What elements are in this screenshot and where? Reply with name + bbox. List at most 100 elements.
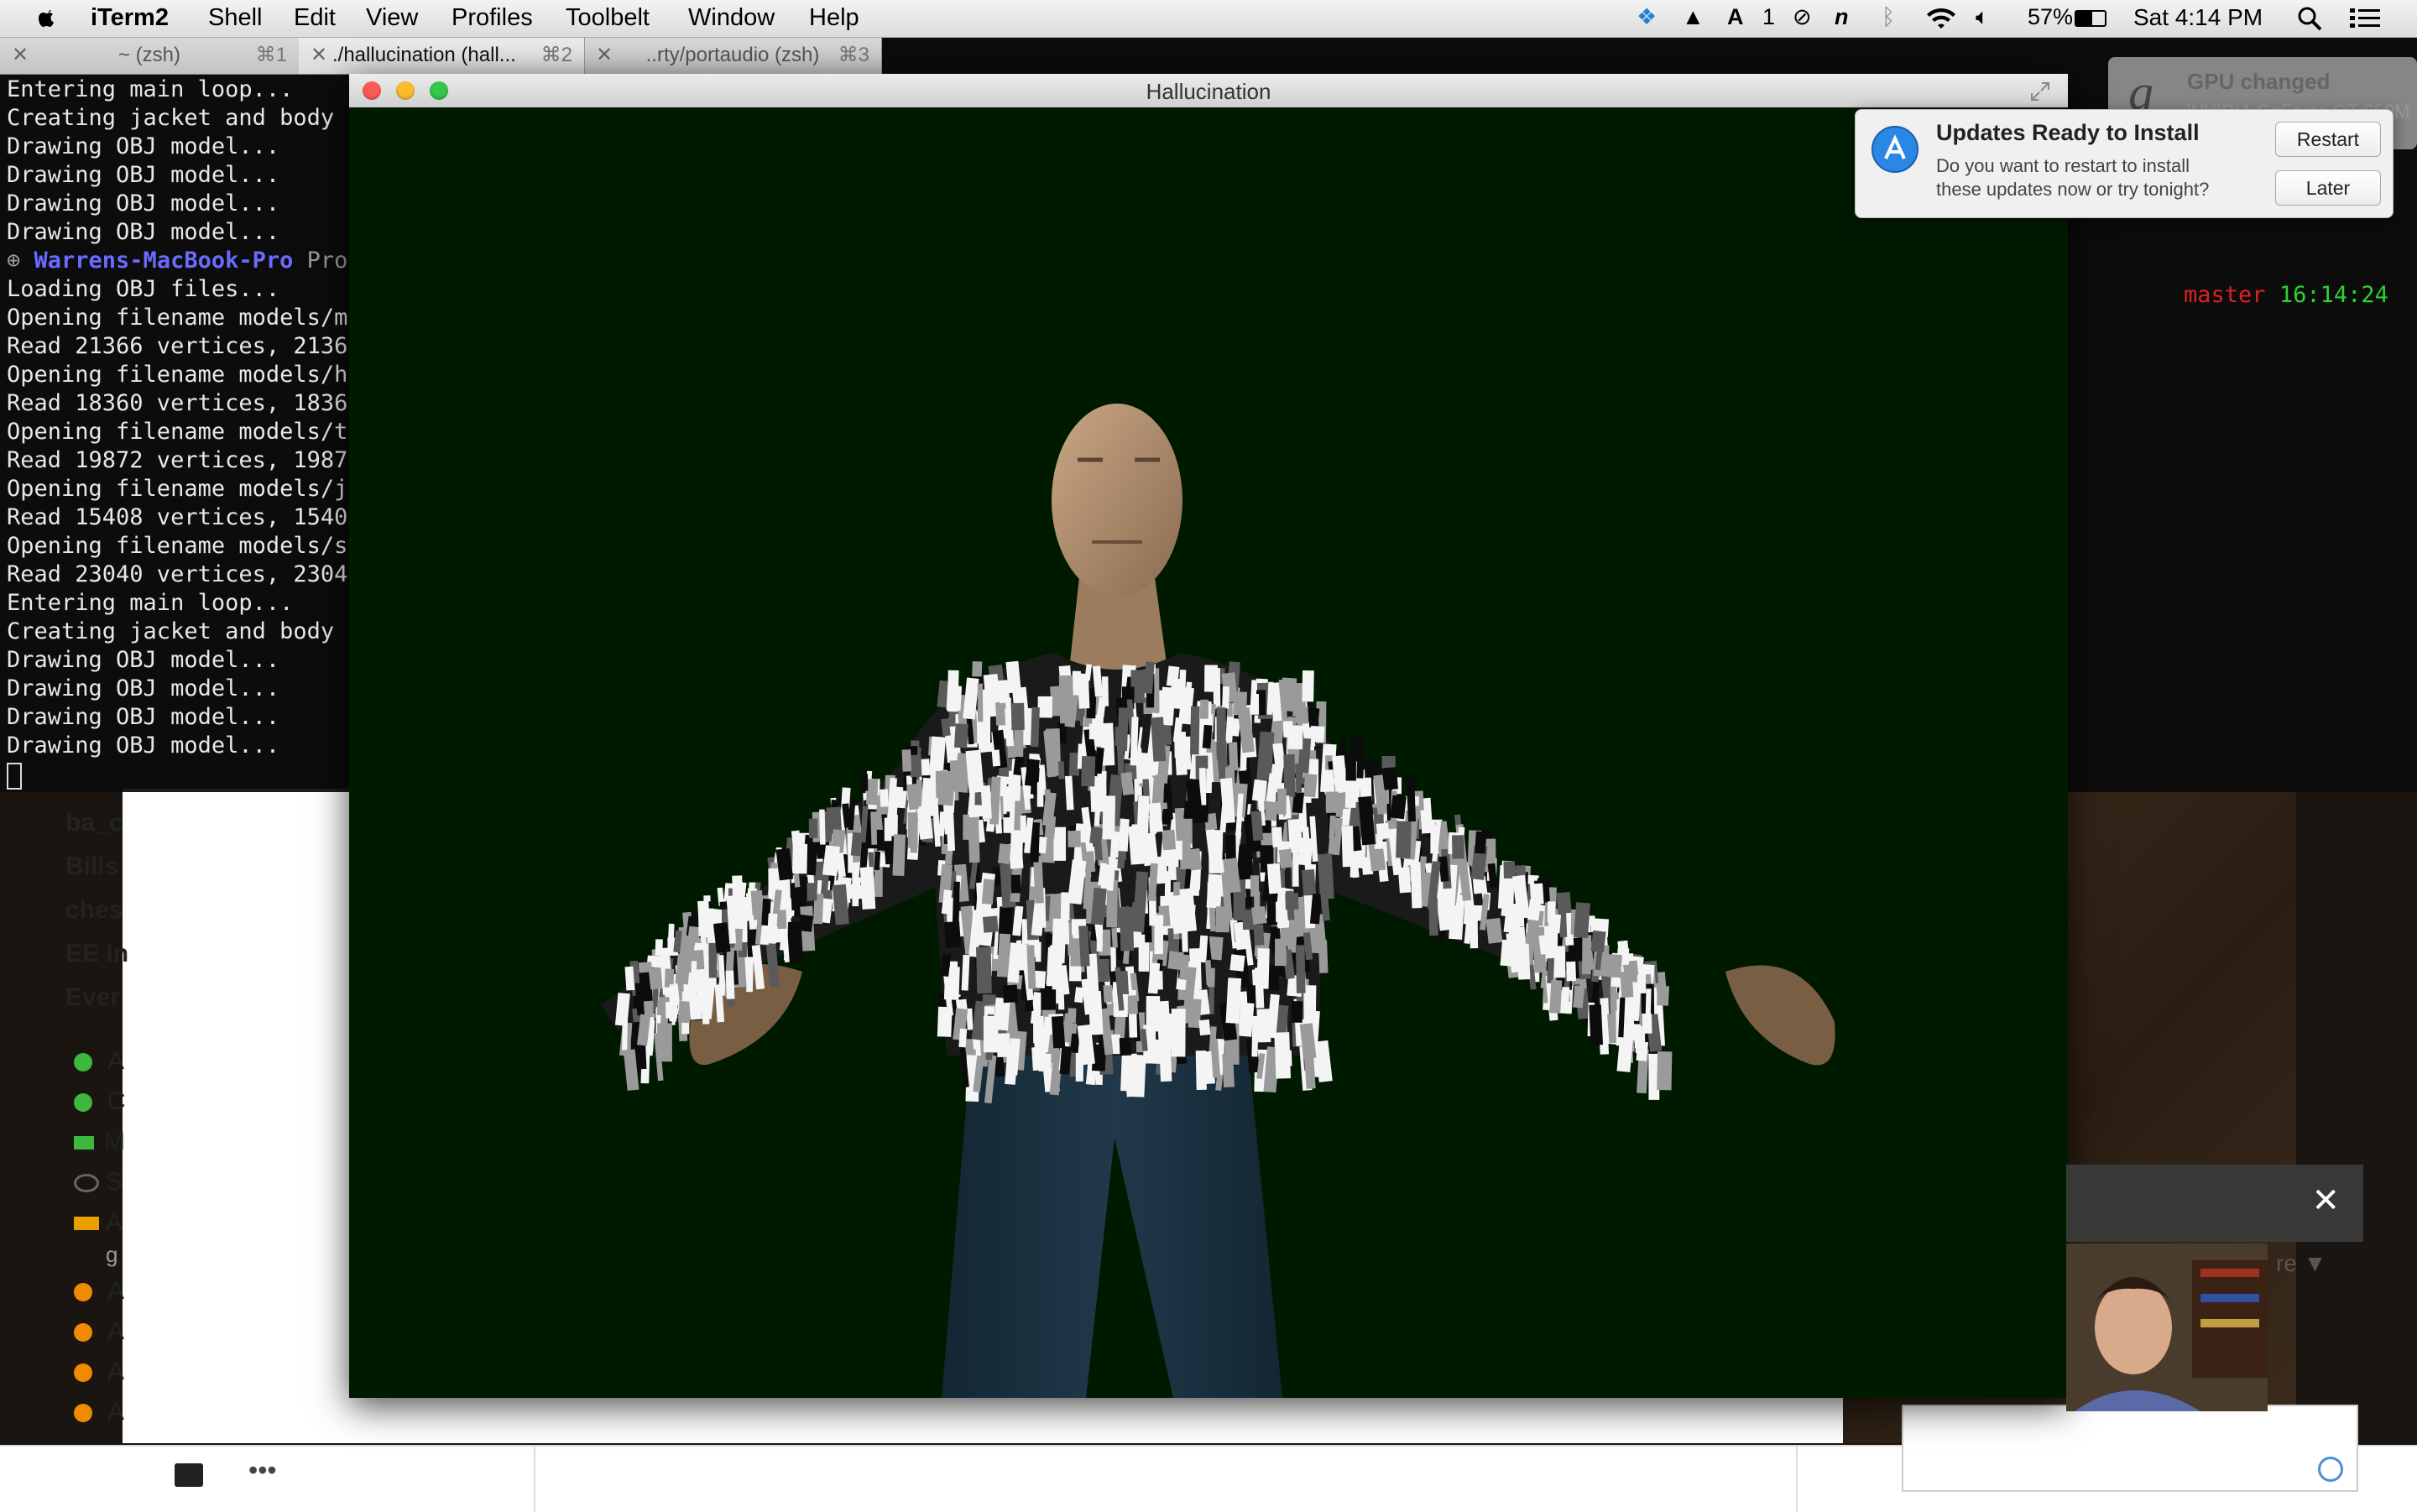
- jacket-texture-fragment: [666, 1001, 678, 1019]
- updates-notification[interactable]: Updates Ready to Install Do you want to …: [1855, 109, 2394, 218]
- battery-icon[interactable]: [2075, 10, 2106, 27]
- google-drive-icon[interactable]: ▲: [1682, 4, 1704, 30]
- search-icon[interactable]: [2296, 5, 2323, 32]
- jacket-texture-fragment: [937, 769, 956, 806]
- close-tab-icon[interactable]: ✕: [311, 37, 327, 74]
- contact-item[interactable]: A: [74, 1358, 124, 1386]
- jacket-texture-fragment: [1280, 677, 1297, 712]
- window-title: Hallucination: [1146, 79, 1271, 104]
- contact-item[interactable]: A: [74, 1047, 124, 1076]
- menu-shell[interactable]: Shell: [208, 4, 263, 32]
- jacket-texture-fragment: [1119, 1037, 1132, 1056]
- menu-edit[interactable]: Edit: [294, 4, 336, 32]
- menu-window[interactable]: Window: [688, 4, 775, 32]
- jacket-texture-fragment: [968, 816, 980, 863]
- wifi-icon[interactable]: [1925, 7, 1957, 30]
- apple-icon[interactable]: [34, 5, 60, 32]
- jacket-texture-fragment: [808, 818, 818, 838]
- bookmark-item[interactable]: Bills: [65, 852, 118, 881]
- jacket-texture-fragment: [1144, 923, 1152, 943]
- jacket-texture-fragment: [622, 1008, 629, 1051]
- contact-item[interactable]: C: [74, 1087, 126, 1116]
- tab-zsh[interactable]: ✕ ~ (zsh) ⌘1: [0, 37, 300, 74]
- jacket-texture-fragment: [798, 915, 814, 932]
- jacket-texture-fragment: [1574, 902, 1590, 939]
- jacket-texture-fragment: [1068, 830, 1081, 847]
- adobe-count: 1: [1762, 4, 1776, 29]
- jacket-texture-fragment: [1057, 991, 1065, 1010]
- bluetooth-icon[interactable]: ᛒ: [1882, 4, 1895, 30]
- contact-item[interactable]: A: [74, 1277, 124, 1306]
- volume-icon[interactable]: 🔈︎: [1976, 4, 1989, 31]
- menu-app-name[interactable]: iTerm2: [91, 4, 169, 32]
- tab-hallucination[interactable]: ✕ ./hallucination (hall... ⌘2: [299, 37, 585, 74]
- more-dropdown[interactable]: re ▼: [2276, 1250, 2326, 1277]
- self-video-thumbnail[interactable]: [2066, 1243, 2268, 1411]
- later-button[interactable]: Later: [2275, 170, 2381, 206]
- jacket-texture-fragment: [1396, 821, 1412, 858]
- git-time: 16:14:24: [2279, 282, 2388, 308]
- terminal-line: Drawing OBJ model...: [7, 190, 280, 216]
- jacket-texture-fragment: [1657, 1051, 1673, 1091]
- jacket-texture-fragment: [1278, 848, 1293, 868]
- jacket-texture-fragment: [1183, 800, 1192, 820]
- tab-portaudio[interactable]: ✕ ..rty/portaudio (zsh) ⌘3: [584, 37, 882, 74]
- jacket-texture-fragment: [981, 879, 995, 905]
- jacket-texture-fragment: [958, 1028, 968, 1048]
- contact-item[interactable]: A: [74, 1317, 124, 1346]
- jacket-texture-fragment: [937, 1006, 953, 1037]
- terminal-output[interactable]: Entering main loop... Creating jacket and…: [7, 76, 359, 814]
- clock[interactable]: Sat 4:14 PM: [2133, 4, 2263, 31]
- jacket-texture-fragment: [624, 966, 635, 991]
- away-status-icon: [74, 1363, 92, 1383]
- menu-view[interactable]: View: [366, 4, 418, 32]
- bookmark-item[interactable]: Ever: [65, 983, 120, 1012]
- divider: [534, 1447, 535, 1512]
- jacket-texture-fragment: [1452, 835, 1464, 859]
- bookmark-item[interactable]: EE In: [65, 940, 128, 968]
- jacket-texture-fragment: [976, 946, 992, 994]
- jacket-texture-fragment: [1154, 915, 1164, 955]
- menu-profiles[interactable]: Profiles: [452, 4, 533, 32]
- jacket-texture-fragment: [1295, 945, 1306, 993]
- emoji-icon[interactable]: [2318, 1457, 2343, 1482]
- jacket-texture-fragment: [1036, 782, 1044, 807]
- jacket-texture-fragment: [1642, 1013, 1652, 1034]
- bookmark-list: ba_c Bills ches EE In Ever: [65, 789, 374, 1011]
- jacket-texture-fragment: [983, 1016, 999, 1053]
- chat-bubble-icon[interactable]: [175, 1463, 203, 1487]
- dropbox-icon[interactable]: ❖: [1637, 4, 1657, 30]
- contact-item[interactable]: S: [74, 1168, 123, 1197]
- jacket-texture-fragment: [1561, 987, 1570, 1003]
- jacket-texture-fragment: [1020, 815, 1027, 843]
- git-branch: master: [2184, 282, 2266, 308]
- jacket-texture-fragment: [708, 942, 718, 978]
- contact-item[interactable]: A: [74, 1398, 124, 1426]
- jacket-texture-fragment: [1096, 958, 1109, 983]
- terminal-line: Drawing OBJ model...: [7, 733, 280, 759]
- jacket-texture-fragment: [1088, 990, 1104, 1035]
- notational-icon[interactable]: n: [1835, 4, 1849, 30]
- more-options-icon[interactable]: •••: [248, 1455, 277, 1486]
- contact-item[interactable]: M: [74, 1128, 125, 1156]
- adobe-icon[interactable]: A: [1727, 4, 1744, 30]
- jacket-texture-fragment: [874, 851, 881, 871]
- notification-center-icon[interactable]: [2348, 5, 2382, 32]
- contact-item[interactable]: A: [74, 1208, 123, 1237]
- restart-button[interactable]: Restart: [2275, 122, 2381, 157]
- jacket-texture-fragment: [1058, 761, 1065, 779]
- jacket-texture-fragment: [690, 961, 697, 1008]
- fullscreen-icon[interactable]: [2029, 81, 2051, 102]
- sync-icon[interactable]: ⊘: [1793, 4, 1812, 30]
- bookmark-item[interactable]: ches: [65, 896, 123, 925]
- hallucination-title-bar[interactable]: Hallucination: [349, 74, 2068, 108]
- menu-bar: iTerm2 Shell Edit View Profiles Toolbelt…: [0, 0, 2417, 38]
- opengl-canvas[interactable]: [349, 107, 2068, 1398]
- jacket-texture-fragment: [1254, 891, 1261, 914]
- close-icon[interactable]: ✕: [2311, 1181, 2340, 1220]
- menu-toolbelt[interactable]: Toolbelt: [566, 4, 650, 32]
- message-input[interactable]: [1902, 1405, 2358, 1492]
- contact-list: A C M S A g A A A A: [74, 1032, 374, 1435]
- jacket-texture-fragment: [1410, 862, 1423, 909]
- menu-help[interactable]: Help: [809, 4, 859, 32]
